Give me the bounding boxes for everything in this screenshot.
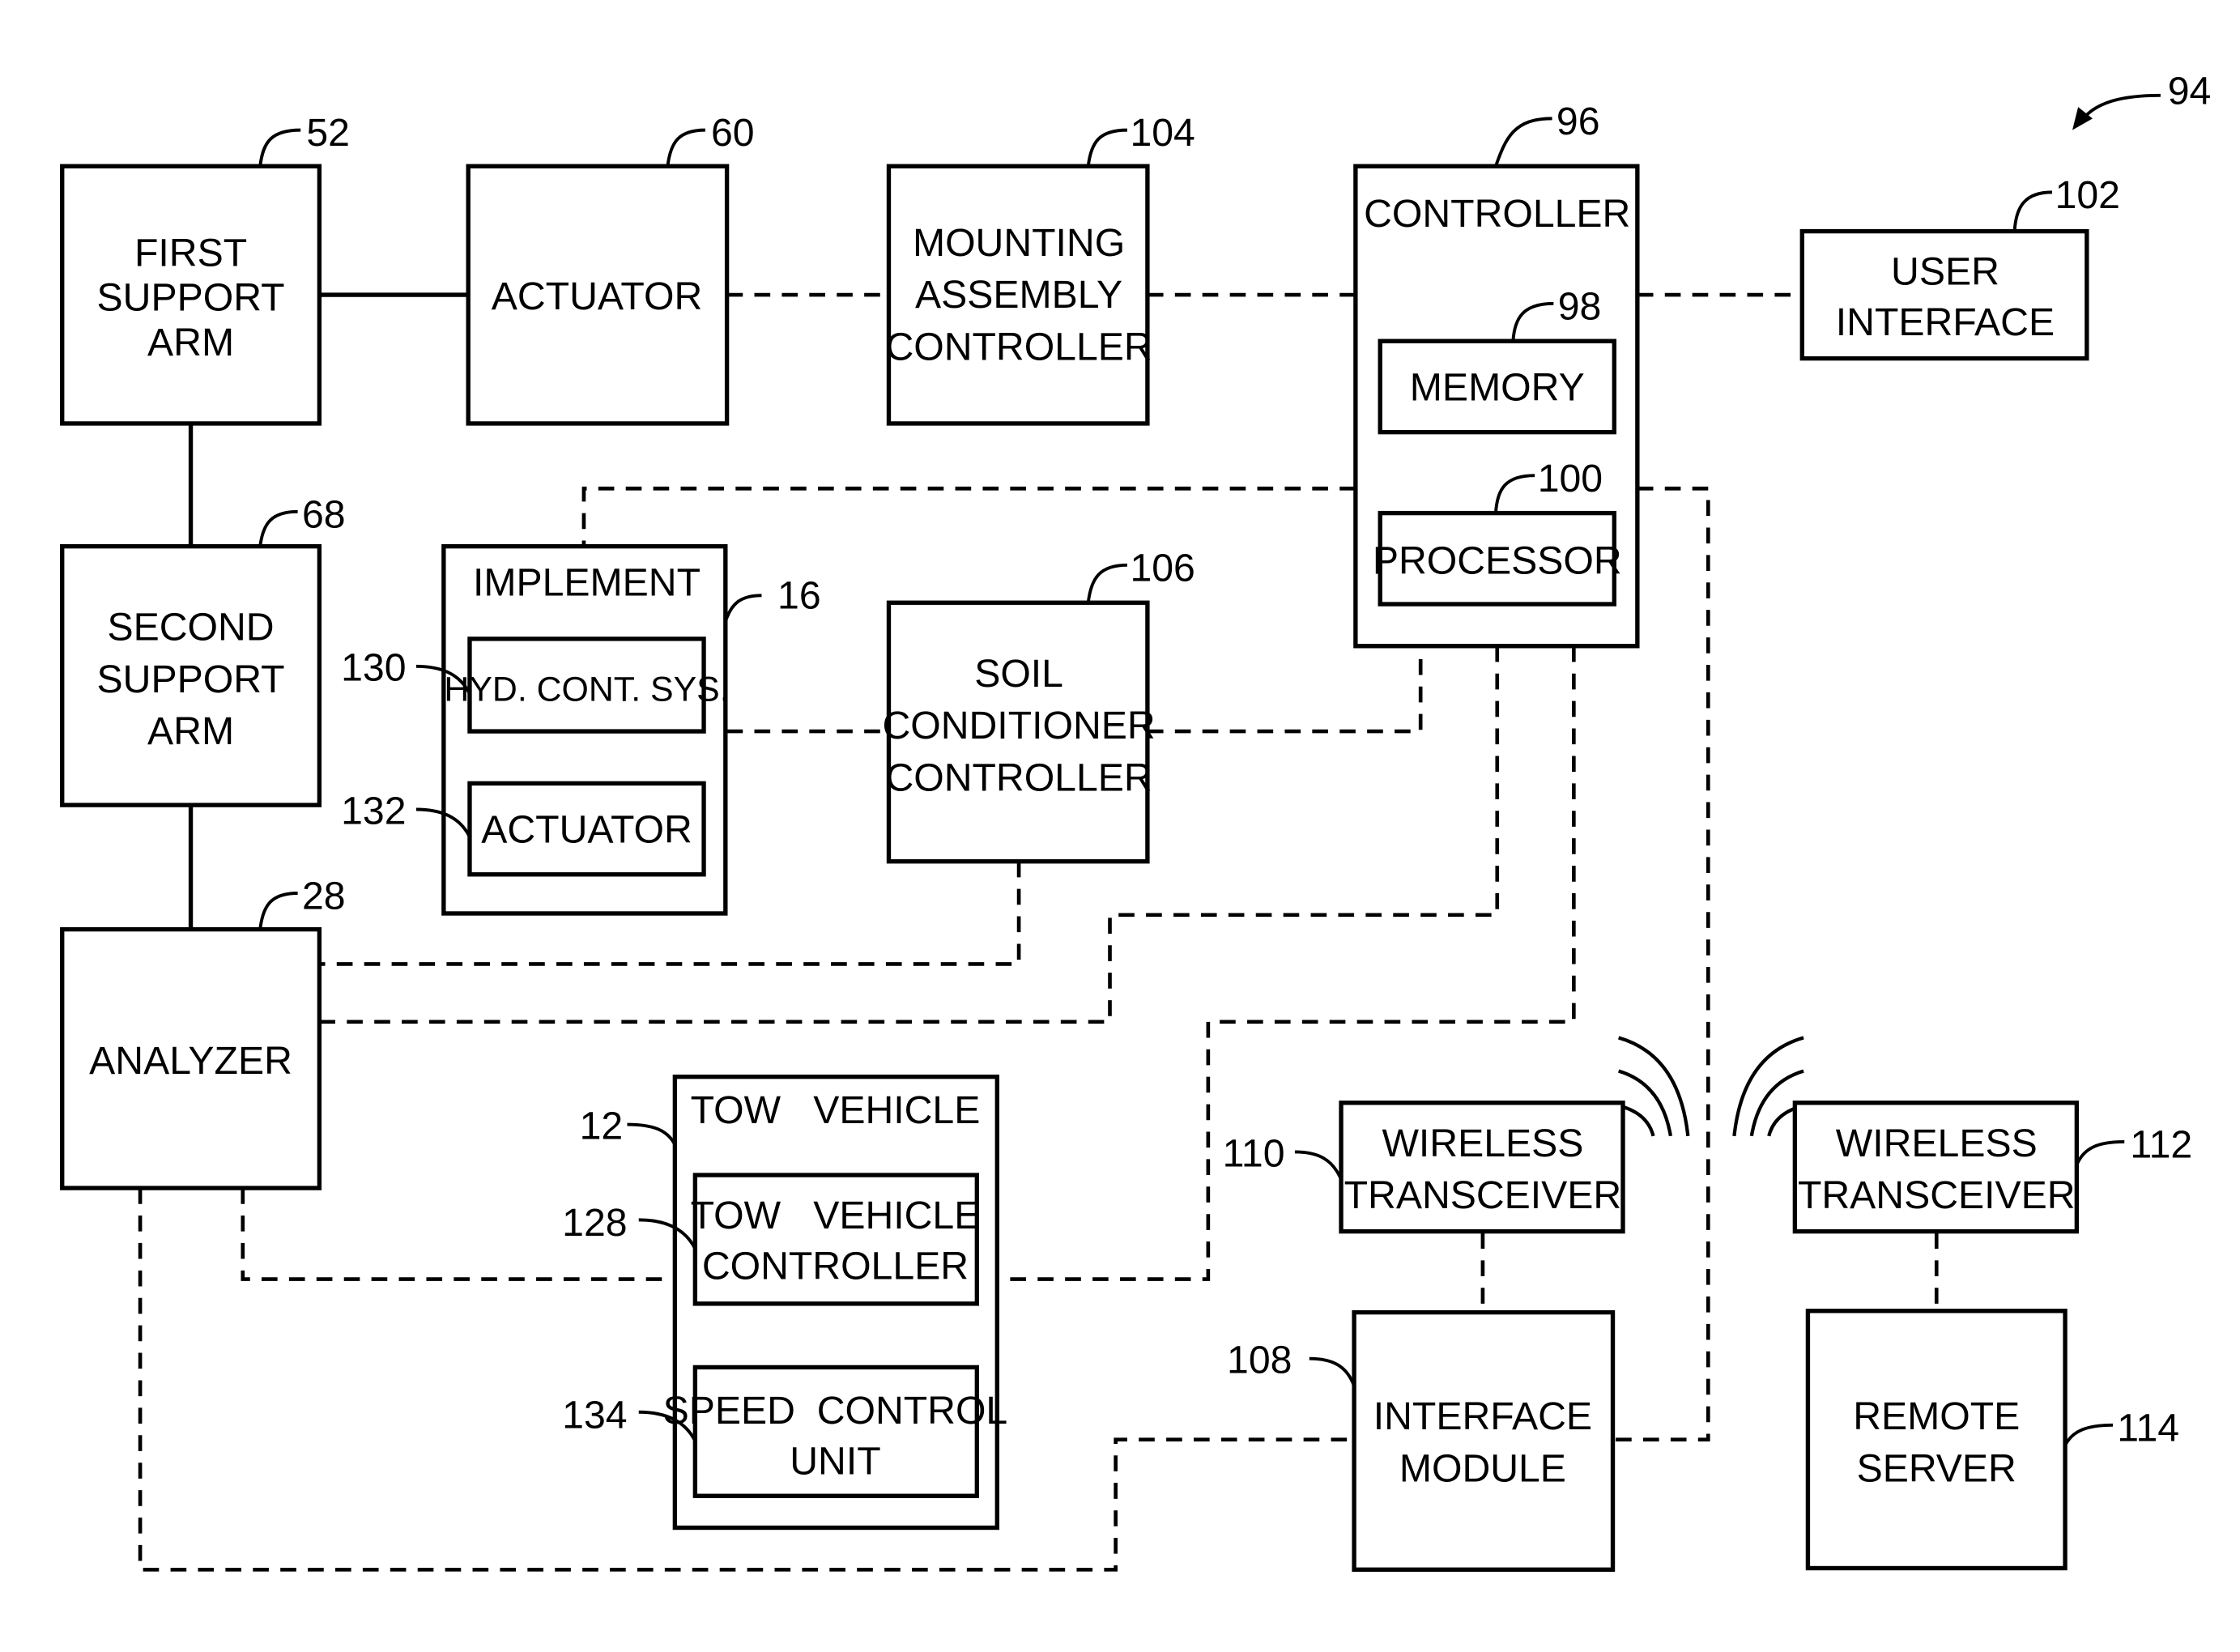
block-analyzer: ANALYZER 28 [60,875,346,1190]
block-label-line: CONTROLLER [885,756,1152,799]
block-soil-conditioner-controller: SOIL CONDITIONER CONTROLLER 106 [882,546,1195,864]
block-label-line: ACTUATOR [481,808,692,852]
block-hyd-cont-sys: HYD. CONT. SYS. 130 [341,637,730,734]
block-label-line: MODULE [1399,1446,1566,1490]
block-first-support-arm: FIRST SUPPORT ARM 52 [60,111,350,426]
block-label-line: SECOND [108,606,275,649]
block-label-line: FIRST [134,231,247,275]
ref-number: 98 [1558,284,1602,328]
ref-number: 108 [1227,1339,1292,1382]
block-label-line: SPEED CONTROL [663,1389,1008,1433]
ref-number: 102 [2055,173,2120,217]
ref-number: 110 [1223,1131,1285,1175]
link-soil-controller [1147,645,1423,734]
block-label-line: ASSEMBLY [915,273,1122,317]
ref-number: 104 [1130,111,1195,155]
block-remote-server: REMOTE SERVER 114 [1805,1309,2179,1571]
ref-number: 100 [1538,457,1603,500]
block-label-line: WIRELESS [1836,1122,2038,1165]
ref-number: 16 [777,573,821,617]
block-implement-actuator: ACTUATOR 132 [341,781,706,877]
block-tow-vehicle-controller: TOW VEHICLE CONTROLLER 128 [562,1173,981,1306]
dashed-connectors [138,292,1939,1572]
ref-number: 28 [302,875,346,918]
block-mounting-assembly-controller: MOUNTING ASSEMBLY CONTROLLER 104 [885,111,1195,426]
figure-reference: 94 [2072,70,2211,130]
block-label-line: SUPPORT [97,658,285,701]
arrow-icon [2080,93,2161,123]
block-label-line: MOUNTING [913,221,1125,265]
block-label-line: UNIT [790,1439,880,1483]
ref-number: 60 [711,111,755,155]
block-label-line: TRANSCEIVER [1344,1173,1622,1217]
block-label-line: ARM [147,709,234,753]
block-label-line: USER [1891,250,1999,294]
block-label-line: ANALYZER [89,1039,292,1083]
block-wireless-transceiver-110: WIRELESS TRANSCEIVER 110 [1223,1101,1625,1234]
block-wireless-transceiver-112: WIRELESS TRANSCEIVER 112 [1792,1101,2192,1234]
block-label-line: PROCESSOR [1373,539,1622,583]
ref-number: 96 [1557,100,1600,143]
block-label-line: ARM [147,321,234,364]
block-diagram: 94 FIRST SUPPORT ARM 52 ACTUATOR 60 MOUN… [60,70,2211,1572]
block-speed-control-unit: SPEED CONTROL UNIT 134 [562,1365,1008,1498]
block-label-line: SERVER [1857,1446,2016,1490]
ref-number: 132 [341,789,406,832]
block-label-line: CONTROLLER [702,1245,969,1288]
ref-number: 112 [2130,1123,2192,1167]
block-label-line: ACTUATOR [492,275,702,318]
block-label-line: CONTROLLER [1364,192,1630,236]
ref-number: 134 [562,1393,627,1437]
block-label-line: CONTROLLER [885,325,1152,368]
block-actuator: ACTUATOR 60 [466,111,755,426]
ref-number: 130 [341,646,406,690]
ref-number: 52 [306,111,350,155]
block-label-line: IMPLEMENT [473,560,701,604]
block-label-line: MEMORY [1410,365,1585,409]
block-label-line: HYD. CONT. SYS. [444,671,729,709]
block-label-line: SOIL [974,652,1063,696]
block-user-interface: USER INTERFACE 102 [1799,173,2120,361]
block-label-line: INTERFACE [1836,300,2055,344]
ref-number: 68 [302,492,346,536]
block-second-support-arm: SECOND SUPPORT ARM 68 [60,492,346,807]
block-label-line: REMOTE [1853,1394,2020,1438]
ref-number: 128 [562,1201,627,1245]
block-label-line: INTERFACE [1373,1394,1592,1438]
block-label-line: WIRELESS [1382,1122,1583,1165]
link-controller-implement [581,486,1356,547]
block-label-line: CONDITIONER [882,704,1155,747]
ref-number: 106 [1130,546,1195,590]
block-label-line: TOW VEHICLE [691,1088,981,1132]
wireless-signal-icon-left [1618,1036,1690,1137]
figure-ref-94: 94 [2168,70,2212,113]
ref-number: 12 [580,1104,624,1147]
block-label-line: TRANSCEIVER [1798,1173,2076,1217]
ref-number: 114 [2117,1406,2179,1450]
block-label-line: TOW VEHICLE [691,1194,981,1237]
block-label-line: SUPPORT [97,276,285,320]
